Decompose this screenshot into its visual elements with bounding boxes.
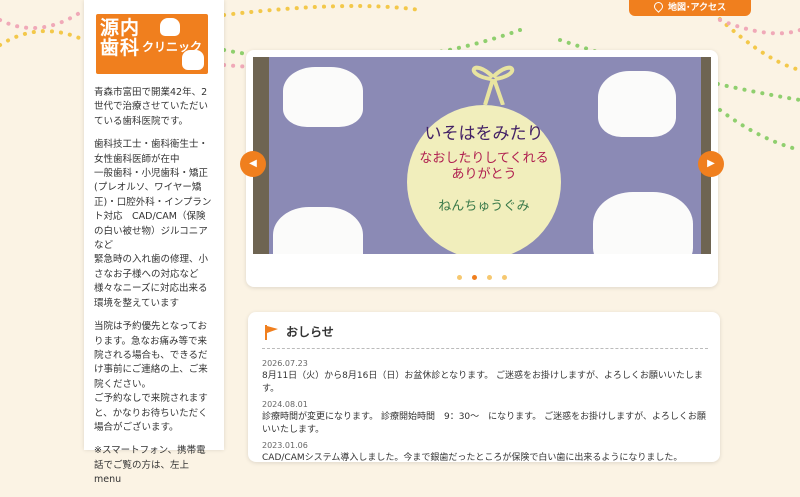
- slider-dot-active[interactable]: [472, 275, 477, 280]
- slide-message-line: なおしたりしてくれる ありがとう: [407, 151, 561, 183]
- tooth-mascot-icon: [160, 18, 180, 36]
- news-item[interactable]: 2023.01.06 CAD/CAMシステム導入しました。今まで銀歯だったところ…: [262, 440, 708, 465]
- slide-message-line: ありがとう: [451, 167, 517, 182]
- map-access-label: 地図･アクセス: [667, 3, 727, 13]
- tooth-drawing: [593, 192, 693, 254]
- tooth-drawing: [283, 67, 363, 127]
- news-text: CAD/CAMシステム導入しました。今まで銀歯だったところが保険で白い歯に出来る…: [262, 453, 683, 463]
- tooth-drawing: [273, 207, 363, 254]
- news-panel: おしらせ 2026.07.23 8月11日（火）から8月16日（日）お盆休診とな…: [248, 312, 720, 463]
- message-circle: いそはをみたり なおしたりしてくれる ありがとう ねんちゅうぐみ: [407, 105, 561, 254]
- news-item[interactable]: 2024.08.01 診療時間が変更になります。 診療開始時間 9：30〜 にな…: [262, 399, 708, 437]
- clinic-intro: 青森市富田で開業42年、2世代で治療させていただいている歯科医院です。 歯科技工…: [94, 86, 212, 497]
- slider-prev-button[interactable]: ◀: [240, 151, 266, 177]
- clinic-logo[interactable]: 源内歯科 クリニック: [96, 14, 208, 74]
- intro-paragraph: 歯科技工士・歯科衛生士・女性歯科医師が在中 一般歯科・小児歯科・矯正(プレオルソ…: [94, 139, 212, 309]
- map-access-button[interactable]: 地図･アクセス: [629, 0, 751, 16]
- news-list: 2026.07.23 8月11日（火）から8月16日（日）お盆休診となります。 …: [262, 358, 708, 468]
- news-date: 2024.08.01: [262, 400, 308, 409]
- news-text: 診療時間が変更になります。 診療開始時間 9：30〜 になります。 ご迷惑をお掛…: [262, 412, 706, 435]
- slider-pagination: [246, 265, 718, 284]
- slider-next-button[interactable]: ▶: [698, 151, 724, 177]
- image-slider: いそはをみたり なおしたりしてくれる ありがとう ねんちゅうぐみ ◀ ▶: [240, 50, 724, 287]
- intro-paragraph: ※スマートフォン、携帯電話でご覧の方は、左上 menu: [94, 445, 206, 486]
- news-header: おしらせ: [262, 322, 708, 349]
- slider-dot[interactable]: [457, 275, 462, 280]
- flag-icon: [265, 325, 278, 340]
- intro-paragraph: 青森市富田で開業42年、2世代で治療させていただいている歯科医院です。: [94, 87, 209, 127]
- logo-kanji: 源内歯科: [100, 17, 141, 59]
- tooth-drawing: [598, 71, 676, 137]
- slide-message-line: ねんちゅうぐみ: [438, 199, 530, 214]
- slide-message-line: なおしたりしてくれる: [419, 151, 549, 166]
- news-text: 8月11日（火）から8月16日（日）お盆休診となります。 ご迷惑をお掛けしますが…: [262, 371, 703, 394]
- news-date: 2023.01.06: [262, 441, 308, 450]
- map-pin-icon: [652, 0, 665, 13]
- slider-dot[interactable]: [502, 275, 507, 280]
- slide-image: いそはをみたり なおしたりしてくれる ありがとう ねんちゅうぐみ: [253, 57, 711, 254]
- sidebar: 源内歯科 クリニック 青森市富田で開業42年、2世代で治療させていただいている歯…: [84, 0, 224, 485]
- news-title: おしらせ: [286, 325, 334, 339]
- slide-message-line: いそはをみたり: [424, 124, 544, 144]
- slider-dot[interactable]: [487, 275, 492, 280]
- intro-paragraph: 当院は予約優先となっております。急なお痛み等で来院される場合も、できるだけ事前に…: [94, 321, 208, 433]
- chevron-left-icon: ◀: [249, 158, 257, 169]
- news-date: 2026.07.23: [262, 359, 308, 368]
- tooth-mascot-icon: [182, 50, 204, 70]
- ribbon-decoration: [471, 65, 515, 105]
- news-item[interactable]: 2026.07.23 8月11日（火）から8月16日（日）お盆休診となります。 …: [262, 358, 708, 396]
- chevron-right-icon: ▶: [707, 158, 715, 169]
